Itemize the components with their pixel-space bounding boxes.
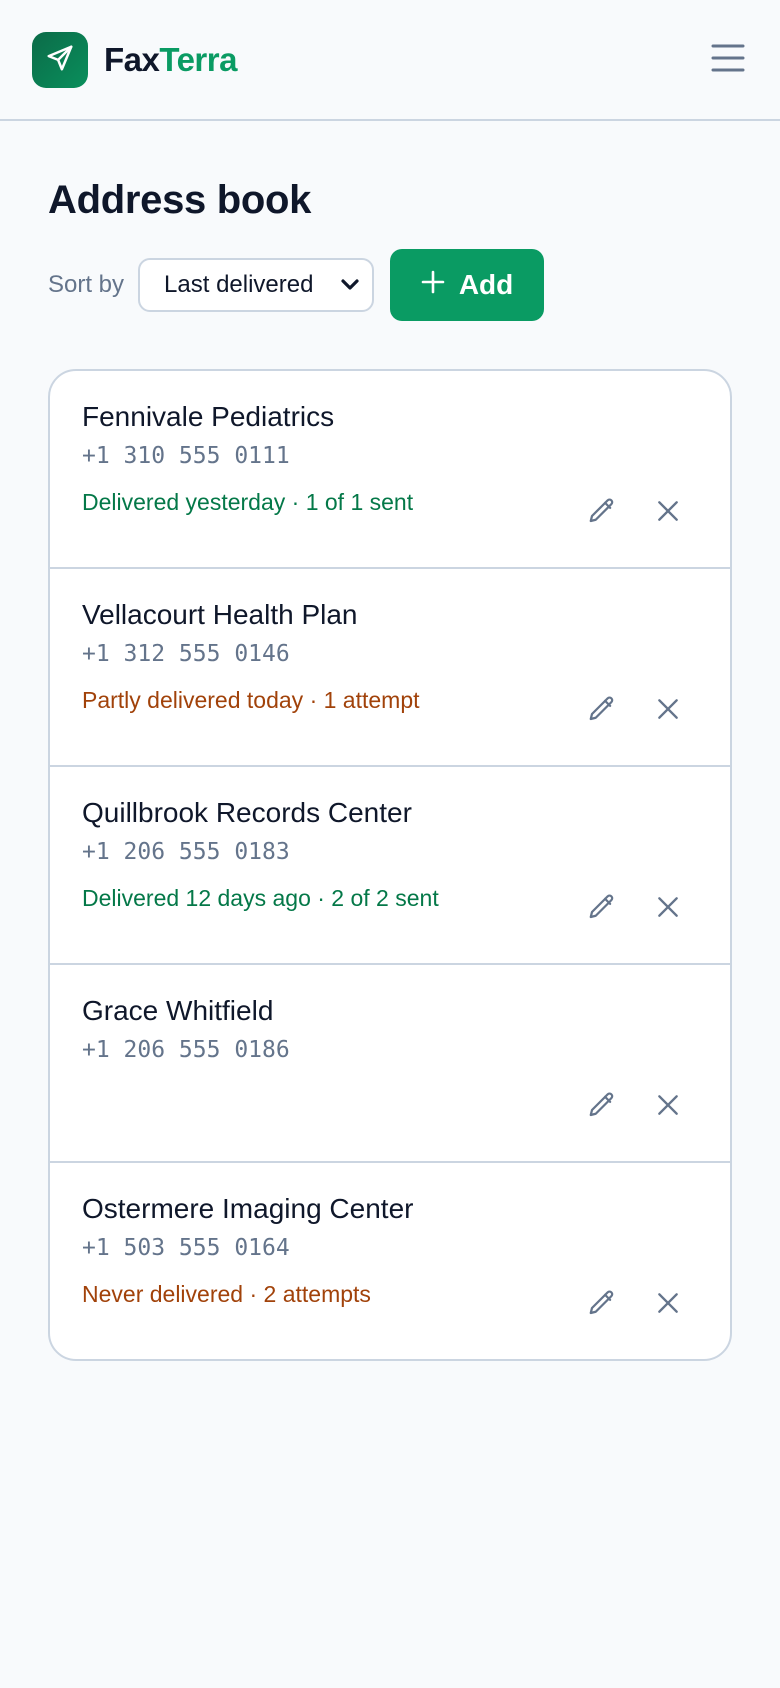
menu-button[interactable]: [708, 40, 748, 80]
contact-actions: [584, 1287, 686, 1323]
edit-contact-button[interactable]: [584, 1089, 620, 1125]
contact-phone: +1 310 555 0111: [82, 443, 290, 469]
contact-item[interactable]: Fennivale Pediatrics +1 310 555 0111 Del…: [50, 371, 730, 569]
contact-name: Grace Whitfield: [82, 995, 274, 1026]
pencil-icon: [587, 694, 617, 729]
paper-plane-icon: [45, 43, 75, 78]
delete-contact-button[interactable]: [650, 1287, 686, 1323]
sort-label: Sort by: [48, 271, 125, 298]
contact-item[interactable]: Ostermere Imaging Center +1 503 555 0164…: [50, 1163, 730, 1359]
list-controls: Sort by Last delivered Add: [48, 249, 732, 321]
contact-phone: +1 503 555 0164: [82, 1235, 290, 1261]
contact-name: Vellacourt Health Plan: [82, 599, 358, 630]
contact-actions: [584, 891, 686, 927]
pencil-icon: [587, 1090, 617, 1125]
delete-contact-button[interactable]: [650, 495, 686, 531]
contact-name: Quillbrook Records Center: [82, 797, 412, 828]
edit-contact-button[interactable]: [584, 495, 620, 531]
contact-item[interactable]: Grace Whitfield +1 206 555 0186: [50, 965, 730, 1163]
sort-selected-value: Last delivered: [164, 271, 314, 298]
contact-item[interactable]: Vellacourt Health Plan +1 312 555 0146 P…: [50, 569, 730, 767]
plus-icon: [421, 269, 445, 301]
chevron-down-icon: [340, 271, 360, 299]
contact-actions: [584, 693, 686, 729]
add-button-label: Add: [458, 269, 514, 300]
close-icon: [655, 696, 681, 727]
contact-phone: +1 206 555 0183: [82, 839, 290, 865]
contact-name: Ostermere Imaging Center: [82, 1193, 414, 1224]
app-header: FaxTerra: [0, 0, 780, 121]
brand-name[interactable]: FaxTerra: [104, 40, 237, 80]
add-contact-button[interactable]: Add: [390, 249, 545, 321]
contact-name: Fennivale Pediatrics: [82, 401, 335, 432]
contact-list: Fennivale Pediatrics +1 310 555 0111 Del…: [48, 369, 732, 1361]
delete-contact-button[interactable]: [650, 891, 686, 927]
page-title: Address book: [48, 178, 312, 222]
close-icon: [655, 1092, 681, 1123]
contact-actions: [584, 495, 686, 531]
contact-item[interactable]: Quillbrook Records Center +1 206 555 018…: [50, 767, 730, 965]
edit-contact-button[interactable]: [584, 891, 620, 927]
pencil-icon: [587, 496, 617, 531]
close-icon: [655, 498, 681, 529]
delete-contact-button[interactable]: [650, 693, 686, 729]
app-logo[interactable]: [32, 32, 88, 88]
hamburger-menu-icon: [711, 43, 745, 78]
contact-actions: [584, 1089, 686, 1125]
close-icon: [655, 1290, 681, 1321]
close-icon: [655, 894, 681, 925]
contact-phone: +1 312 555 0146: [82, 641, 290, 667]
pencil-icon: [587, 892, 617, 927]
pencil-icon: [587, 1288, 617, 1323]
sort-select[interactable]: Last delivered: [138, 258, 375, 312]
main-content: Address book Sort by Last delivered Add: [0, 175, 780, 1361]
brand-name-part2: Terra: [159, 41, 237, 78]
edit-contact-button[interactable]: [584, 693, 620, 729]
delete-contact-button[interactable]: [650, 1089, 686, 1125]
edit-contact-button[interactable]: [584, 1287, 620, 1323]
contact-phone: +1 206 555 0186: [82, 1037, 290, 1063]
brand-name-part1: Fax: [104, 41, 160, 78]
